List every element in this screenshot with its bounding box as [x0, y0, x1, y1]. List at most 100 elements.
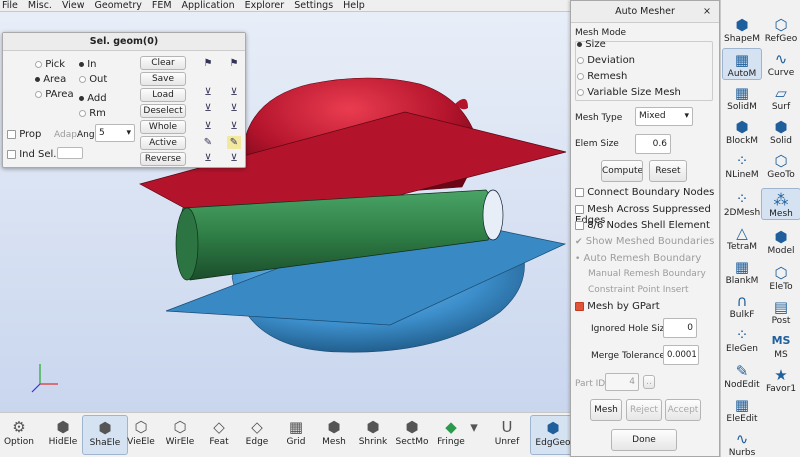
- mesh-tool[interactable]: ⁂ Mesh: [761, 188, 800, 220]
- select-type-icon[interactable]: ⚑: [227, 57, 241, 70]
- ignored-hole-input[interactable]: 0: [663, 318, 697, 338]
- unref-button[interactable]: U Unref: [484, 415, 530, 455]
- node-select-icon[interactable]: ⊻: [201, 102, 215, 115]
- angle-input[interactable]: 5 ▾: [95, 124, 135, 142]
- surf-tool[interactable]: ▱ Surf: [761, 82, 800, 112]
- node-select-icon[interactable]: ⊻: [201, 152, 215, 165]
- block-icon: ⬢: [735, 118, 749, 136]
- chevron-down-icon: ▾: [470, 418, 478, 436]
- option-button[interactable]: ⚙ Option: [0, 415, 42, 455]
- mesh-button[interactable]: Mesh: [590, 399, 622, 421]
- menu-help[interactable]: Help: [343, 0, 365, 11]
- menu-misc[interactable]: Misc.: [28, 0, 52, 11]
- autom-tool[interactable]: ▦ AutoM: [722, 48, 762, 80]
- mode-area[interactable]: Area: [35, 74, 66, 85]
- eleto-tool[interactable]: ⬡ EleTo: [761, 262, 800, 292]
- ind-sel-id-input[interactable]: [57, 147, 83, 159]
- opt-out[interactable]: Out: [79, 74, 107, 85]
- done-button[interactable]: Done: [611, 429, 677, 451]
- menu-geometry[interactable]: Geometry: [94, 0, 141, 11]
- node-select-icon[interactable]: ⊻: [227, 102, 241, 115]
- reject-button[interactable]: Reject: [626, 399, 662, 421]
- mode-parea[interactable]: PArea: [35, 89, 74, 100]
- part-id-picker-button[interactable]: ..: [643, 375, 655, 389]
- save-button[interactable]: Save: [140, 72, 186, 86]
- opt-add[interactable]: Add: [79, 93, 107, 104]
- nodedit-tool[interactable]: ✎ NodEdit: [722, 360, 762, 390]
- mode-deviation-radio[interactable]: Deviation: [577, 55, 635, 66]
- menu-application[interactable]: Application: [182, 0, 235, 11]
- favor1-tool[interactable]: ★ Favor1: [761, 364, 800, 394]
- 2d-mesh-icon: ⁘: [735, 190, 749, 208]
- geoto-tool[interactable]: ⬡ GeoTo: [761, 150, 800, 180]
- hidele-button[interactable]: ⬢ HidEle: [40, 415, 86, 455]
- node-select-icon[interactable]: ⊻: [201, 120, 215, 133]
- merge-tolerance-input[interactable]: 0.0001: [663, 345, 699, 365]
- fringe-dropdown[interactable]: ▾: [466, 415, 482, 455]
- refgeo-tool[interactable]: ⬡ RefGeo: [761, 14, 800, 44]
- unref-icon: U: [501, 418, 513, 436]
- compute-button[interactable]: Compute: [601, 160, 643, 182]
- menu-fem[interactable]: FEM: [152, 0, 172, 11]
- blockm-tool[interactable]: ⬢ BlockM: [722, 116, 762, 146]
- reset-button[interactable]: Reset: [649, 160, 687, 182]
- blankm-tool[interactable]: ▦ BlankM: [722, 256, 762, 286]
- solid-tool[interactable]: ⬢ Solid: [761, 116, 800, 146]
- elegen-tool[interactable]: ⁘ EleGen: [722, 324, 762, 354]
- pick-icon[interactable]: ✎: [227, 136, 241, 149]
- nurbs-tool[interactable]: ∿ Nurbs: [722, 428, 762, 457]
- eleedit-tool[interactable]: ▦ EleEdit: [722, 394, 762, 424]
- mesh-by-gpart-checkbox[interactable]: Mesh by GPart: [575, 301, 660, 312]
- right-toolbar: ⬢ ShapeM ⬡ RefGeo ▦ AutoM ∿ Curve ▦ SolidM ▱ S…: [720, 0, 800, 457]
- post-icon: ▤: [773, 298, 789, 316]
- mode-variable-size-radio[interactable]: Variable Size Mesh: [577, 87, 681, 98]
- close-icon[interactable]: ×: [703, 1, 711, 23]
- auto-remesh-radio: • Auto Remesh Boundary: [575, 253, 702, 264]
- tetram-tool[interactable]: △ TetraM: [722, 222, 762, 252]
- nlinem-tool[interactable]: ⁘ NLineM: [722, 150, 762, 180]
- part-id-input[interactable]: 4: [605, 373, 639, 391]
- menu-file[interactable]: File: [2, 0, 18, 11]
- node-select-icon[interactable]: ⊻: [227, 152, 241, 165]
- menu-explorer[interactable]: Explorer: [245, 0, 285, 11]
- auto-mesher-panel: Auto Mesher × Mesh Mode Size Deviation Re…: [570, 0, 720, 457]
- clear-button[interactable]: Clear: [140, 56, 186, 70]
- node-select-icon[interactable]: ⊻: [227, 86, 241, 99]
- nurbs-icon: ∿: [735, 430, 749, 448]
- accept-button[interactable]: Accept: [665, 399, 701, 421]
- mode-size-radio[interactable]: Size: [577, 39, 606, 50]
- post-tool[interactable]: ▤ Post: [761, 296, 800, 326]
- node-select-icon[interactable]: ⊻: [201, 86, 215, 99]
- favorite-icon: ★: [774, 366, 788, 384]
- surface-icon: ▱: [775, 84, 787, 102]
- menu-settings[interactable]: Settings: [294, 0, 333, 11]
- selection-panel: Sel. geom(0) Pick Area PArea In Out Add …: [2, 32, 246, 168]
- mode-remesh-radio[interactable]: Remesh: [577, 71, 627, 82]
- menu-view[interactable]: View: [62, 0, 85, 11]
- whole-button[interactable]: Whole: [140, 120, 186, 134]
- pick-icon[interactable]: ✎: [201, 136, 215, 149]
- bulkf-tool[interactable]: ∩ BulkF: [722, 290, 762, 320]
- mesh-type-select[interactable]: Mixed ▾: [635, 107, 693, 126]
- 2dmesh-tool[interactable]: ⁘ 2DMesh: [722, 188, 762, 218]
- elem-size-input[interactable]: 0.6: [635, 134, 671, 154]
- mode-pick[interactable]: Pick: [35, 59, 65, 70]
- ang-label: Ang: [77, 130, 95, 140]
- curve-tool[interactable]: ∿ Curve: [761, 48, 800, 78]
- model-tool[interactable]: ⬢ Model: [761, 226, 800, 256]
- connect-boundary-checkbox[interactable]: Connect Boundary Nodes: [575, 187, 714, 198]
- load-button[interactable]: Load: [140, 88, 186, 102]
- deselect-button[interactable]: Deselect: [140, 104, 186, 118]
- select-filter-icon[interactable]: ⚑: [201, 57, 215, 70]
- prop-checkbox[interactable]: Prop: [7, 129, 41, 140]
- opt-in[interactable]: In: [79, 59, 96, 70]
- shapem-tool[interactable]: ⬢ ShapeM: [722, 14, 762, 44]
- ms-tool[interactable]: MS MS: [761, 330, 800, 360]
- reference-geometry-icon: ⬡: [774, 16, 788, 34]
- solidm-tool[interactable]: ▦ SolidM: [722, 82, 762, 112]
- node-select-icon[interactable]: ⊻: [227, 120, 241, 133]
- reverse-button[interactable]: Reverse: [140, 152, 186, 166]
- opt-rm[interactable]: Rm: [79, 108, 106, 119]
- active-button[interactable]: Active: [140, 136, 186, 150]
- nodes-shell-checkbox[interactable]: 8/6 Nodes Shell Element: [575, 220, 710, 231]
